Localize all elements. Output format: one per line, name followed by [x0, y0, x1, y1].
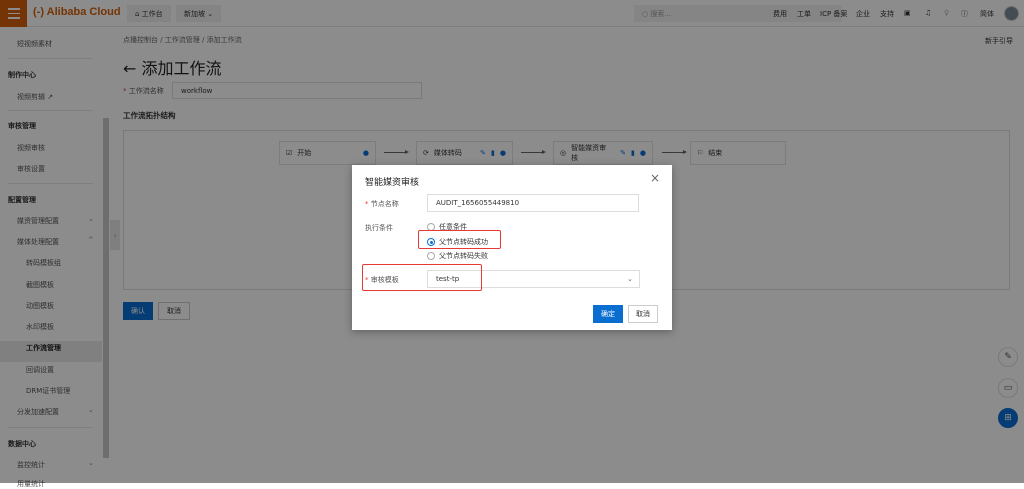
condition-label: 执行条件 [365, 224, 393, 232]
radio-parent-failed[interactable]: 父节点转码失败 [427, 251, 488, 261]
audit-node-dialog: 智能媒资审核 × * 节点名称 AUDIT_1656055449810 执行条件… [352, 165, 672, 330]
ok-button[interactable]: 确定 [593, 305, 623, 323]
chevron-down-icon: ⌄ [627, 275, 633, 283]
node-name-label: * 节点名称 [365, 200, 399, 208]
node-name-input[interactable]: AUDIT_1656055449810 [427, 194, 639, 212]
highlight-box-template [362, 264, 482, 291]
dialog-cancel-button[interactable]: 取消 [628, 305, 658, 323]
highlight-box-condition [418, 230, 501, 249]
close-icon[interactable]: × [650, 171, 660, 185]
radio-button[interactable] [427, 252, 435, 260]
dialog-title: 智能媒资审核 [365, 178, 420, 188]
